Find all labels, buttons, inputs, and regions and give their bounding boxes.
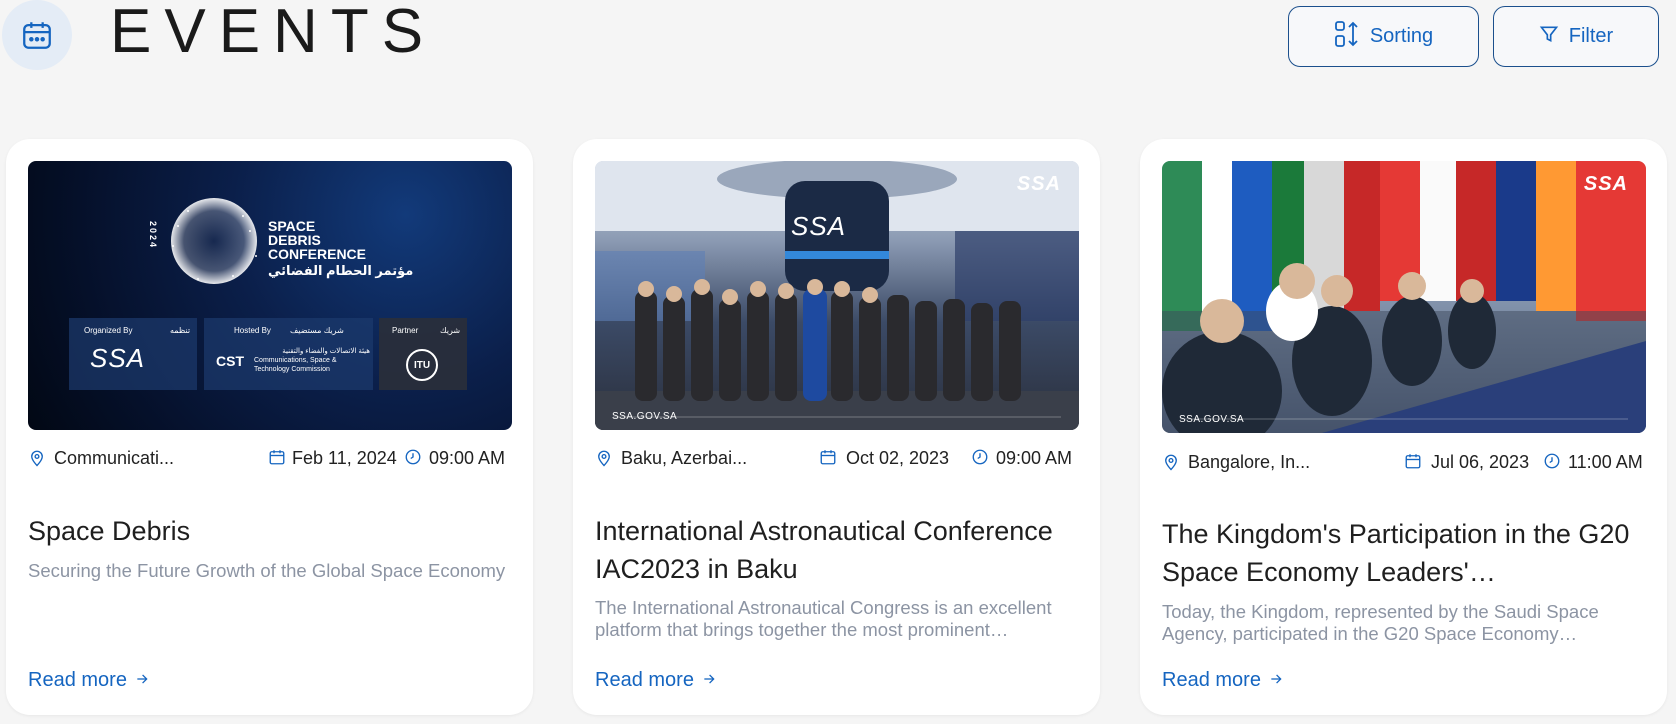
conference-photo xyxy=(595,161,1079,430)
filter-icon xyxy=(1539,24,1559,50)
clock-icon xyxy=(404,447,422,472)
location-pin-icon xyxy=(28,447,46,474)
event-image[interactable]: SSA SSA.GOV.SA xyxy=(1162,161,1646,433)
event-meta: Communicati... Feb 11, 2024 09:00 AM xyxy=(28,445,512,471)
event-location: Bangalore, In... xyxy=(1188,452,1311,472)
calendar-small-icon xyxy=(819,447,837,472)
event-time: 09:00 AM xyxy=(429,448,506,468)
event-location: Baku, Azerbai... xyxy=(621,448,748,468)
sort-icon xyxy=(1334,20,1360,54)
space-debris-poster xyxy=(69,198,467,390)
image-watermark: SSA.GOV.SA xyxy=(612,411,678,422)
organized-by-ar: تنظمه xyxy=(170,326,191,335)
hosted-by-ar: شريك مستضيف xyxy=(290,326,344,335)
tower-ssa-logo: SSA xyxy=(791,211,847,241)
ssa-badge: SSA xyxy=(1016,173,1061,195)
event-card[interactable]: 2024 SPACE DEBRIS CONFERENCE مؤتمر الحطا… xyxy=(6,139,533,715)
read-more-link[interactable]: Read more xyxy=(1162,669,1283,692)
g20-meeting-photo xyxy=(1162,161,1646,433)
event-title[interactable]: Space Debris xyxy=(28,512,512,550)
location-pin-icon xyxy=(595,447,613,474)
filter-button[interactable]: Filter xyxy=(1493,6,1659,67)
organized-by-label: Organized By xyxy=(84,326,133,335)
event-date: Oct 02, 2023 xyxy=(846,448,950,468)
event-image[interactable]: 2024 SPACE DEBRIS CONFERENCE مؤتمر الحطا… xyxy=(28,161,512,430)
sorting-button[interactable]: Sorting xyxy=(1288,6,1479,67)
hosted-by-label: Hosted By xyxy=(234,326,271,335)
read-more-link[interactable]: Read more xyxy=(595,669,716,692)
partner-ar: شريك xyxy=(440,326,461,335)
cst-name: هيئة الاتصالات والفضاء والتقنية Communic… xyxy=(254,348,370,373)
event-location: Communicati... xyxy=(54,448,175,468)
arrow-right-icon xyxy=(1269,669,1283,692)
image-watermark: SSA.GOV.SA xyxy=(1179,414,1245,425)
event-card[interactable]: SSA SSA.GOV.SA Bangalore, In... Jul 06, … xyxy=(1140,139,1667,715)
event-description: The International Astronautical Congress… xyxy=(595,597,1052,640)
event-meta: Bangalore, In... Jul 06, 2023 11:00 AM xyxy=(1162,449,1646,475)
arrow-right-icon xyxy=(135,669,149,692)
itu-logo: ITU xyxy=(406,349,438,381)
event-meta: Baku, Azerbai... Oct 02, 2023 09:00 AM xyxy=(595,445,1079,471)
partner-label: Partner xyxy=(392,326,419,335)
ssa-badge: SSA xyxy=(1583,173,1628,195)
event-image[interactable]: SSA SSA SSA.GOV.SA xyxy=(595,161,1079,430)
read-more-label: Read more xyxy=(595,669,694,691)
read-more-label: Read more xyxy=(28,669,127,691)
event-time: 09:00 AM xyxy=(996,448,1073,468)
calendar-small-icon xyxy=(268,447,286,472)
page-title: EVENTS xyxy=(110,0,437,66)
ssa-logo: SSA xyxy=(90,343,146,373)
event-date: Feb 11, 2024 xyxy=(292,448,397,468)
event-title[interactable]: International Astronautical Conference I… xyxy=(595,512,1079,588)
event-description: Securing the Future Growth of the Global… xyxy=(28,560,506,581)
clock-icon xyxy=(971,447,989,472)
poster-heading-ar: مؤتمر الحطام الفضائي xyxy=(268,263,414,278)
event-title[interactable]: The Kingdom's Participation in the G20 S… xyxy=(1162,515,1646,591)
page-header: EVENTS Sorting Filter xyxy=(0,0,1676,90)
read-more-link[interactable]: Read more xyxy=(28,669,149,692)
cst-logo: CST xyxy=(216,353,244,369)
event-date: Jul 06, 2023 xyxy=(1431,452,1530,472)
filter-label: Filter xyxy=(1568,25,1614,47)
event-time: 11:00 AM xyxy=(1568,452,1643,472)
clock-icon xyxy=(1543,451,1561,476)
location-pin-icon xyxy=(1162,451,1180,478)
poster-year: 2024 xyxy=(148,221,158,250)
read-more-label: Read more xyxy=(1162,669,1261,691)
calendar-icon xyxy=(2,0,72,70)
sorting-label: Sorting xyxy=(1369,25,1434,47)
arrow-right-icon xyxy=(702,669,716,692)
poster-heading: SPACE DEBRIS CONFERENCE xyxy=(268,218,367,262)
event-card[interactable]: SSA SSA SSA.GOV.SA Baku, Azerbai... Oct … xyxy=(573,139,1100,715)
calendar-small-icon xyxy=(1404,451,1422,476)
event-description: Today, the Kingdom, represented by the S… xyxy=(1162,601,1599,644)
